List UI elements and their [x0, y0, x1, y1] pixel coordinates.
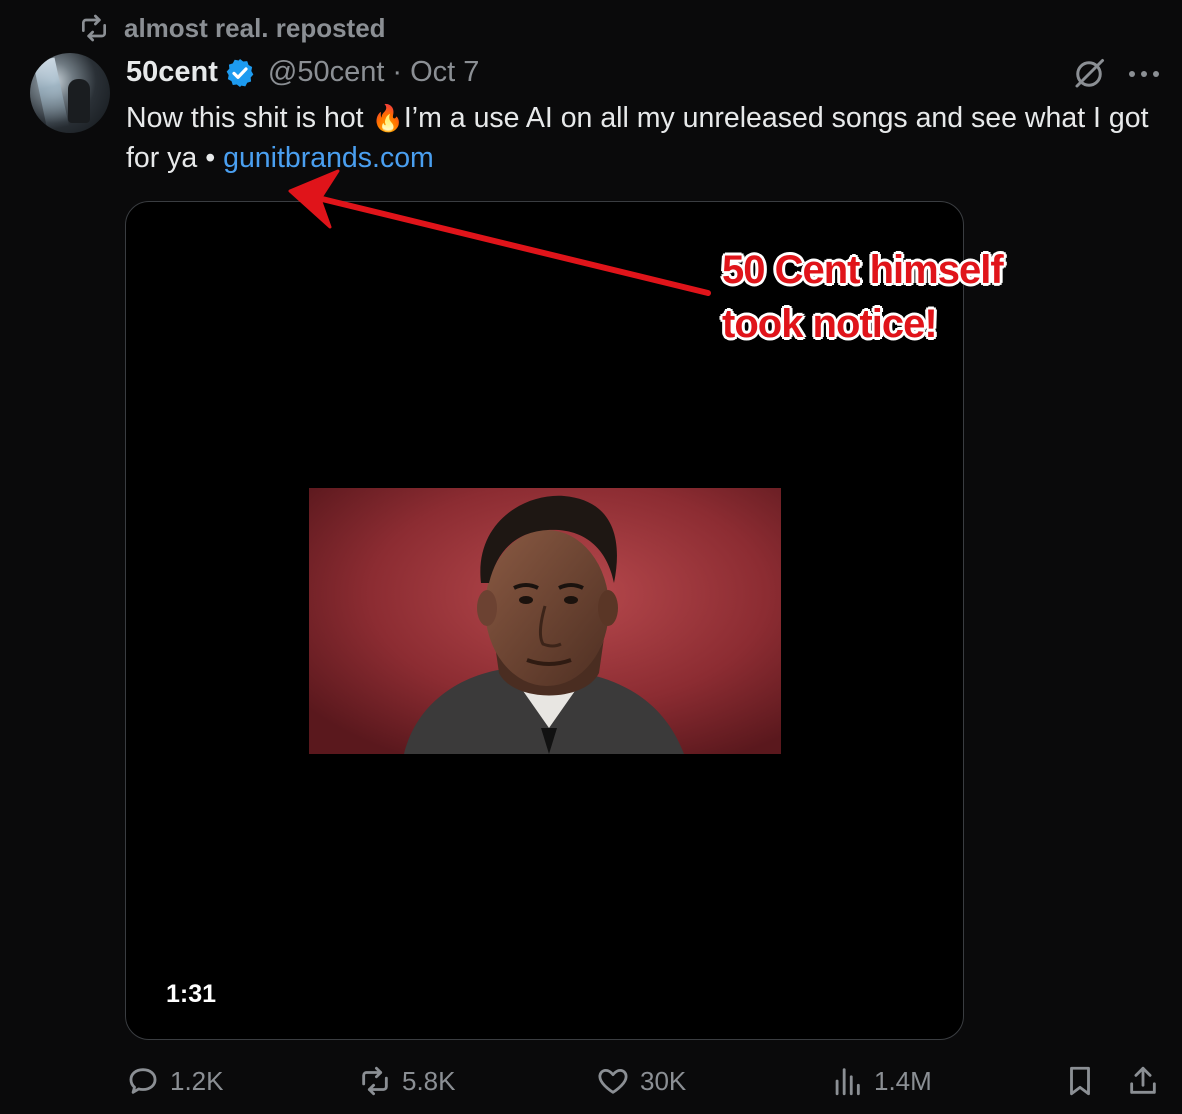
portrait-image	[309, 488, 781, 754]
separator: ·	[392, 56, 403, 88]
author-handle[interactable]: @50cent	[268, 56, 385, 89]
heart-icon	[598, 1068, 628, 1094]
post-text-part1: Now this shit is hot	[126, 102, 372, 134]
more-options-icon[interactable]	[1124, 60, 1164, 88]
like-count: 30K	[640, 1065, 687, 1096]
repost-indicator[interactable]: almost real. reposted	[78, 12, 386, 44]
views-button[interactable]: 1.4M	[830, 1064, 932, 1098]
repost-action-icon	[362, 1066, 388, 1096]
repost-button[interactable]: 5.8K	[358, 1064, 456, 1098]
fire-emoji: 🔥	[371, 103, 404, 133]
reply-icon	[129, 1068, 157, 1094]
annotation-line1: 50 Cent himself	[722, 248, 1004, 292]
video-thumbnail	[309, 488, 781, 754]
repost-count: 5.8K	[402, 1065, 456, 1096]
reply-button[interactable]: 1.2K	[126, 1064, 224, 1098]
bookmark-button[interactable]	[1063, 1064, 1097, 1098]
avatar[interactable]	[30, 53, 110, 133]
reply-count: 1.2K	[170, 1065, 224, 1096]
bookmark-icon	[1070, 1066, 1090, 1096]
post-header: 50cent @50cent · Oct 7	[126, 56, 479, 89]
repost-label: almost real. reposted	[124, 12, 386, 43]
post-text: Now this shit is hot 🔥I’m a use AI on al…	[126, 98, 1171, 178]
annotation-line2: took notice!	[722, 302, 938, 346]
action-bar: 1.2K 5.8K 30K 1.4M	[0, 1064, 1182, 1110]
post-date[interactable]: Oct 7	[410, 56, 479, 89]
author-name[interactable]: 50cent	[126, 56, 218, 89]
grok-icon[interactable]	[1071, 56, 1107, 92]
share-button[interactable]	[1126, 1064, 1160, 1098]
analytics-icon	[835, 1068, 860, 1096]
repost-icon	[82, 14, 106, 42]
view-count: 1.4M	[874, 1065, 932, 1096]
verified-badge-icon[interactable]	[224, 57, 256, 89]
like-button[interactable]: 30K	[596, 1064, 686, 1098]
share-icon	[1130, 1066, 1156, 1094]
annotation-callout: 50 Cent himself took notice!	[722, 243, 1004, 351]
video-duration: 1:31	[166, 980, 217, 1008]
post-link[interactable]: gunitbrands.com	[223, 142, 434, 174]
